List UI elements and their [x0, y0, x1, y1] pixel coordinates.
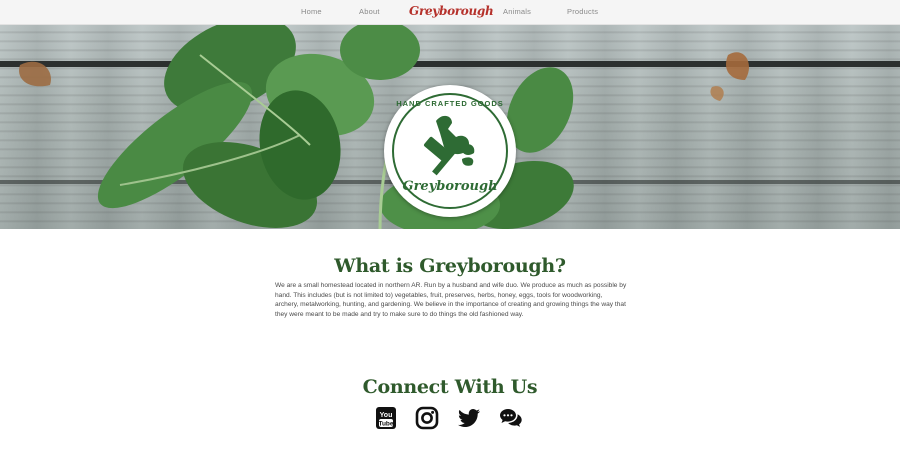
nav-about-link[interactable]: About: [359, 7, 380, 16]
connect-heading: Connect With Us: [362, 376, 538, 398]
youtube-icon[interactable]: You Tube: [374, 406, 398, 430]
chat-icon[interactable]: [499, 406, 523, 430]
nav-animals-link[interactable]: Animals: [503, 7, 531, 16]
svg-text:You: You: [380, 412, 393, 419]
hero-banner: HAND CRAFTED GOODS Greyborough: [0, 25, 900, 229]
nav-products-link[interactable]: Products: [567, 7, 598, 16]
badge-brand-name: Greyborough: [402, 179, 498, 194]
instagram-icon[interactable]: [415, 406, 439, 430]
nav-home-link[interactable]: Home: [301, 7, 322, 16]
brand-logo-link[interactable]: Greyborough: [409, 2, 494, 20]
brand-badge: HAND CRAFTED GOODS Greyborough: [384, 85, 516, 217]
rooster-hammer-icon: [424, 115, 475, 176]
svg-text:Tube: Tube: [378, 421, 393, 428]
twitter-icon[interactable]: [457, 406, 481, 430]
top-navigation: Home About Greyborough Animals Products: [0, 0, 900, 25]
about-heading: What is Greyborough?: [334, 255, 566, 277]
about-paragraph: We are a small homestead located in nort…: [275, 282, 627, 318]
